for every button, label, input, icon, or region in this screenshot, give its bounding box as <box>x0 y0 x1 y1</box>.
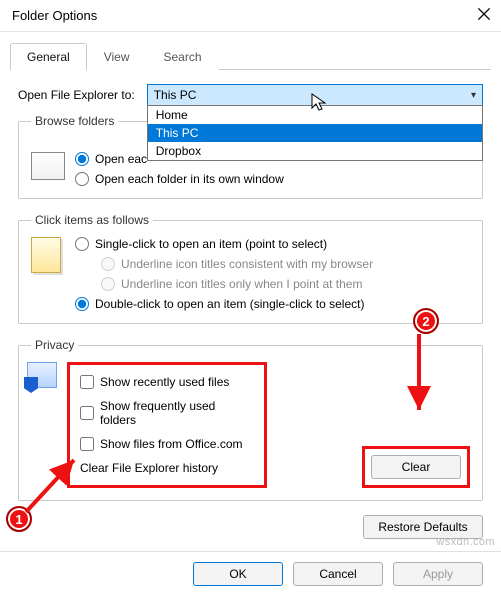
tab-strip: General View Search <box>10 42 491 70</box>
radio-own-window[interactable]: Open each folder in its own window <box>75 172 284 186</box>
radio-underline-browser-label: Underline icon titles consistent with my… <box>121 257 373 271</box>
privacy-highlight-box: Show recently used files Show frequently… <box>67 362 267 488</box>
close-icon[interactable] <box>475 5 493 26</box>
radio-underline-browser: Underline icon titles consistent with my… <box>101 257 470 271</box>
privacy-group: Privacy Show recently used files Show fr… <box>18 338 483 501</box>
radio-single-click[interactable]: Single-click to open an item (point to s… <box>75 237 470 251</box>
radio-double-click-label: Double-click to open an item (single-cli… <box>95 297 364 311</box>
annotation-marker-1: 1 <box>6 506 32 532</box>
radio-single-click-input[interactable] <box>75 237 89 251</box>
open-explorer-dropdown: Home This PC Dropbox <box>147 105 483 161</box>
tab-view[interactable]: View <box>87 43 147 70</box>
click-pointer-icon <box>31 237 61 273</box>
clear-history-label: Clear File Explorer history <box>80 461 254 475</box>
annotation-marker-2: 2 <box>413 308 439 334</box>
tab-general[interactable]: General <box>10 43 87 70</box>
radio-same-window-input[interactable] <box>75 152 89 166</box>
radio-underline-point-label: Underline icon titles only when I point … <box>121 277 362 291</box>
checkbox-frequent-folders[interactable]: Show frequently used folders <box>80 399 254 427</box>
tab-search[interactable]: Search <box>147 43 219 70</box>
chevron-down-icon: ▾ <box>471 90 476 101</box>
dropdown-item-dropbox[interactable]: Dropbox <box>148 142 482 160</box>
radio-double-click-input[interactable] <box>75 297 89 311</box>
combo-selected: This PC <box>154 88 197 102</box>
checkbox-office-files[interactable]: Show files from Office.com <box>80 437 254 451</box>
radio-underline-point: Underline icon titles only when I point … <box>101 277 470 291</box>
dialog-button-row: OK Cancel Apply <box>0 551 501 600</box>
radio-underline-browser-input <box>101 257 115 271</box>
window-title: Folder Options <box>12 8 97 23</box>
privacy-icon <box>27 362 57 388</box>
radio-underline-point-input <box>101 277 115 291</box>
radio-single-click-label: Single-click to open an item (point to s… <box>95 237 327 251</box>
clear-button-highlight: Clear <box>362 446 470 488</box>
clear-button[interactable]: Clear <box>371 455 461 479</box>
watermark: wsxdn.com <box>436 536 495 548</box>
folder-window-icon <box>31 152 65 180</box>
checkbox-frequent-folders-label: Show frequently used folders <box>100 399 254 427</box>
privacy-legend: Privacy <box>31 338 78 352</box>
radio-own-window-label: Open each folder in its own window <box>95 172 284 186</box>
radio-same-window-label: Open eac <box>95 152 147 166</box>
dropdown-item-thispc[interactable]: This PC <box>148 124 482 142</box>
titlebar: Folder Options <box>0 0 501 32</box>
click-items-legend: Click items as follows <box>31 213 153 227</box>
checkbox-frequent-folders-input[interactable] <box>80 406 94 420</box>
checkbox-recent-files-input[interactable] <box>80 375 94 389</box>
checkbox-recent-files-label: Show recently used files <box>100 375 229 389</box>
checkbox-office-files-input[interactable] <box>80 437 94 451</box>
radio-own-window-input[interactable] <box>75 172 89 186</box>
cursor-icon <box>310 92 330 112</box>
browse-folders-legend: Browse folders <box>31 114 118 128</box>
checkbox-recent-files[interactable]: Show recently used files <box>80 375 254 389</box>
radio-double-click[interactable]: Double-click to open an item (single-cli… <box>75 297 470 311</box>
open-explorer-label: Open File Explorer to: <box>18 88 135 102</box>
click-items-group: Click items as follows Single-click to o… <box>18 213 483 324</box>
checkbox-office-files-label: Show files from Office.com <box>100 437 243 451</box>
